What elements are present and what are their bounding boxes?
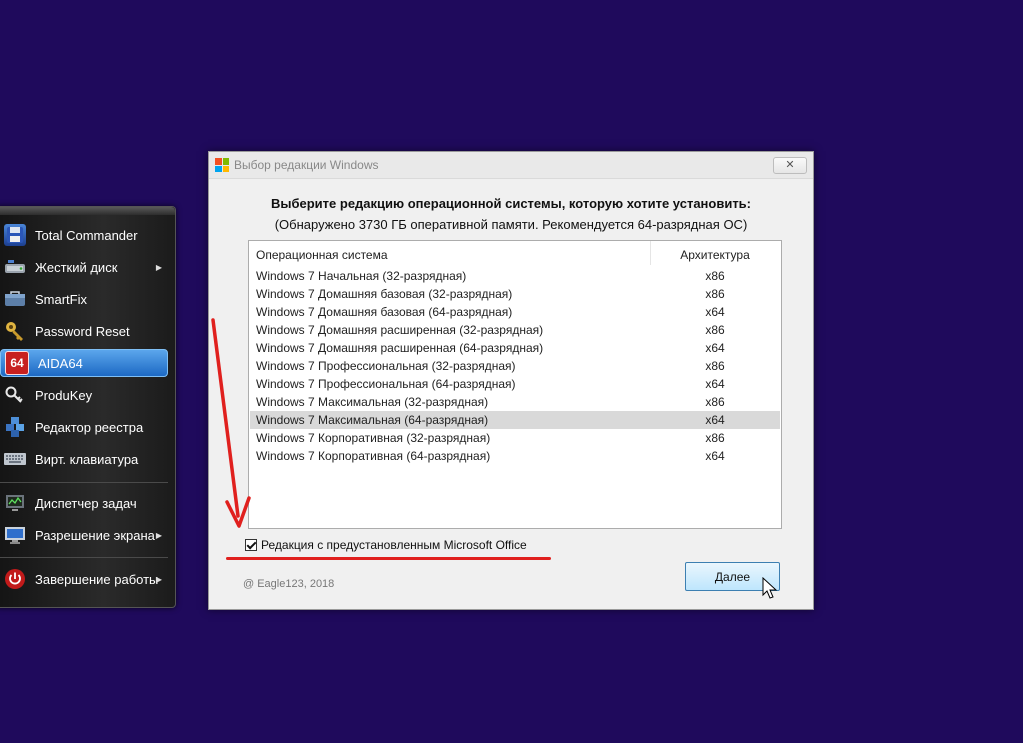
task-manager-icon (4, 492, 26, 514)
list-row[interactable]: Windows 7 Домашняя расширенная (64-разря… (250, 339, 780, 357)
row-os: Windows 7 Начальная (32-разрядная) (256, 269, 467, 283)
row-arch: x86 (705, 323, 725, 337)
row-os: Windows 7 Профессиональная (64-разрядная… (256, 377, 516, 391)
menu-item-registry-editor[interactable]: Редактор реестра (0, 413, 172, 441)
edition-list[interactable]: Операционная система Архитектура Windows… (248, 240, 782, 529)
menu-item-label: AIDA64 (38, 355, 83, 371)
row-os: Windows 7 Корпоративная (32-разрядная) (256, 431, 491, 445)
row-arch: x64 (705, 377, 725, 391)
launcher-menu: Total Commander Жесткий диск ▶ SmartFix … (0, 206, 176, 608)
row-os: Windows 7 Домашняя расширенная (32-разря… (256, 323, 544, 337)
menu-item-label: Диспетчер задач (35, 495, 137, 511)
row-arch: x64 (705, 449, 725, 463)
menu-item-label: Password Reset (35, 323, 130, 339)
row-arch: x86 (705, 395, 725, 409)
registry-cubes-icon (4, 416, 26, 438)
row-os: Windows 7 Максимальная (64-разрядная) (256, 413, 489, 427)
row-arch: x64 (705, 305, 725, 319)
menu-item-label: SmartFix (35, 291, 87, 307)
dialog-heading: Выберите редакцию операционной системы, … (270, 196, 752, 211)
menu-item-label: Разрешение экрана (35, 527, 155, 543)
menu-item-label: Редактор реестра (35, 419, 144, 435)
edition-dialog: Выбор редакции Windows ✕ Выберите редакц… (208, 151, 814, 610)
column-header-arch[interactable]: Архитектура (651, 248, 779, 262)
row-arch: x64 (705, 413, 725, 427)
office-checkbox[interactable] (245, 539, 257, 551)
menu-item-screen-resolution[interactable]: Разрешение экрана ▶ (0, 521, 172, 549)
list-row[interactable]: Windows 7 Корпоративная (32-разрядная) x8… (250, 429, 780, 447)
monitor-icon (4, 524, 26, 546)
row-os: Windows 7 Домашняя базовая (64-разрядная… (256, 305, 513, 319)
menu-item-aida64[interactable]: 64 AIDA64 (0, 349, 168, 377)
row-arch: x86 (705, 269, 725, 283)
menu-item-password-reset[interactable]: Password Reset (0, 317, 172, 345)
list-row[interactable]: Windows 7 Начальная (32-разрядная) x86 (250, 267, 780, 285)
memory-info-text: (Обнаружено 3730 ГБ оперативной памяти. … (274, 217, 748, 232)
row-os: Windows 7 Домашняя расширенная (64-разря… (256, 341, 544, 355)
menu-item-label: Жесткий диск (35, 259, 118, 275)
menu-item-label: Total Commander (35, 227, 138, 243)
annotation-arrow-icon (211, 318, 251, 528)
menu-item-task-manager[interactable]: Диспетчер задач (0, 489, 172, 517)
office-checkbox-label[interactable]: Редакция с предустановленным Microsoft O… (261, 538, 527, 552)
submenu-arrow-icon: ▶ (155, 530, 162, 540)
list-row[interactable]: Windows 7 Профессиональная (32-разрядная… (250, 357, 780, 375)
menu-item-produkey[interactable]: ProduKey (0, 381, 172, 409)
aida64-icon: 64 (5, 351, 29, 375)
menu-item-shutdown[interactable]: Завершение работы ▶ (0, 565, 172, 593)
next-button-label: Далее (714, 569, 751, 584)
submenu-arrow-icon: ▶ (155, 574, 162, 584)
menu-separator (0, 482, 168, 483)
menu-item-smartfix[interactable]: SmartFix (0, 285, 172, 313)
menu-item-label: Вирт. клавиатура (35, 451, 139, 467)
windows-logo-icon (215, 158, 229, 172)
menu-item-virtual-keyboard[interactable]: Вирт. клавиатура (0, 445, 172, 473)
menu-item-total-commander[interactable]: Total Commander (0, 221, 172, 249)
list-row-selected[interactable]: Windows 7 Максимальная (64-разрядная) x64 (250, 411, 780, 429)
submenu-arrow-icon: ▶ (155, 262, 162, 272)
dialog-title: Выбор редакции Windows (234, 158, 379, 172)
row-os: Windows 7 Корпоративная (64-разрядная) (256, 449, 491, 463)
mouse-cursor-icon (762, 577, 778, 599)
column-header-os[interactable]: Операционная система (256, 248, 388, 262)
copyright-text: @ Eagle123, 2018 (243, 578, 335, 590)
row-os: Windows 7 Максимальная (32-разрядная) (256, 395, 489, 409)
dialog-titlebar[interactable]: Выбор редакции Windows ✕ (209, 152, 813, 179)
list-header: Операционная система Архитектура (249, 241, 781, 267)
row-arch: x86 (705, 431, 725, 445)
close-button[interactable]: ✕ (773, 157, 807, 174)
menu-separator (0, 557, 168, 558)
hard-disk-icon (4, 256, 26, 278)
menu-item-label: Завершение работы (35, 571, 159, 587)
list-row[interactable]: Windows 7 Максимальная (32-разрядная) x86 (250, 393, 780, 411)
office-checkbox-row[interactable]: Редакция с предустановленным Microsoft O… (245, 538, 527, 552)
close-icon: ✕ (785, 159, 795, 171)
list-row[interactable]: Windows 7 Домашняя базовая (32-разрядная… (250, 285, 780, 303)
row-arch: x64 (705, 341, 725, 355)
floppy-disk-icon (4, 224, 26, 246)
list-row[interactable]: Windows 7 Домашняя расширенная (32-разря… (250, 321, 780, 339)
keyboard-icon (4, 448, 26, 470)
smartfix-toolbox-icon (4, 288, 26, 310)
list-row[interactable]: Windows 7 Профессиональная (64-разрядная… (250, 375, 780, 393)
produkey-key-icon (4, 384, 26, 406)
menu-item-label: ProduKey (35, 387, 93, 403)
row-arch: x86 (705, 359, 725, 373)
row-os: Windows 7 Профессиональная (32-разрядная… (256, 359, 516, 373)
key-icon (4, 320, 26, 342)
row-arch: x86 (705, 287, 725, 301)
list-row[interactable]: Windows 7 Корпоративная (64-разрядная) x6… (250, 447, 780, 465)
launcher-topbar (0, 207, 175, 215)
row-os: Windows 7 Домашняя базовая (32-разрядная… (256, 287, 513, 301)
annotation-underline (226, 557, 551, 560)
power-icon (4, 568, 26, 590)
list-row[interactable]: Windows 7 Домашняя базовая (64-разрядная… (250, 303, 780, 321)
menu-item-hard-disk[interactable]: Жесткий диск ▶ (0, 253, 172, 281)
